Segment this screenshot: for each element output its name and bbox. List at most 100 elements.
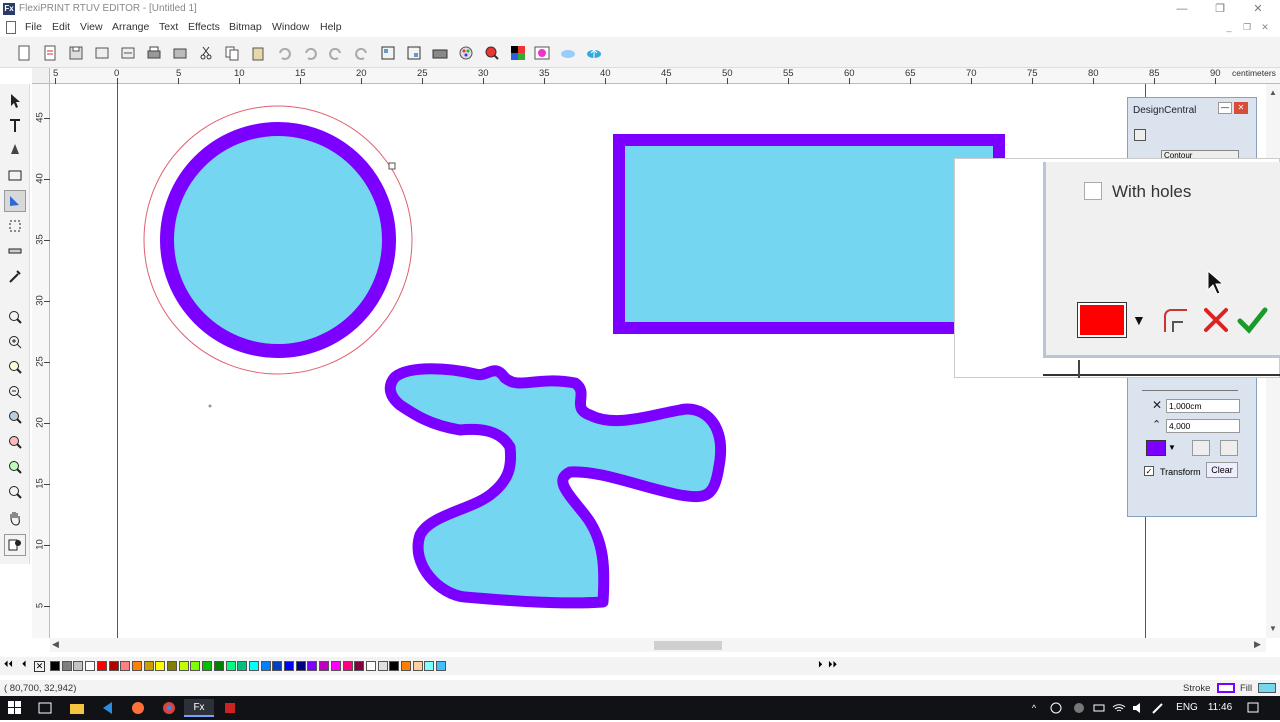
eyedropper-tool-icon[interactable] bbox=[4, 265, 26, 287]
print-button[interactable] bbox=[144, 43, 164, 63]
palette-scroll-right-icon[interactable]: ⏵⏵ bbox=[828, 659, 837, 670]
cloud-upload-icon[interactable] bbox=[584, 43, 604, 63]
color-swatch[interactable] bbox=[120, 661, 131, 671]
apply-checkmark-icon[interactable] bbox=[1235, 304, 1269, 336]
app-red-icon[interactable] bbox=[221, 699, 239, 717]
color-swatch[interactable] bbox=[342, 661, 353, 671]
contour-color-swatch[interactable] bbox=[1146, 440, 1166, 456]
zoom-width-icon[interactable] bbox=[4, 457, 26, 479]
firefox-icon[interactable] bbox=[129, 699, 147, 717]
tray-network-status-icon[interactable] bbox=[1047, 699, 1065, 717]
color-swatch[interactable] bbox=[108, 661, 119, 671]
export-button[interactable] bbox=[118, 43, 138, 63]
color-swatch[interactable] bbox=[401, 661, 411, 671]
save-button[interactable] bbox=[66, 43, 86, 63]
print-cut-button[interactable] bbox=[170, 43, 190, 63]
undo-icon[interactable] bbox=[274, 43, 294, 63]
menu-view[interactable]: View bbox=[80, 21, 103, 33]
zoom-previous-icon[interactable] bbox=[4, 482, 26, 504]
color-swatch[interactable] bbox=[330, 661, 341, 671]
color-swatch[interactable] bbox=[167, 661, 177, 671]
mdi-close-button[interactable]: ✕ bbox=[1258, 21, 1272, 33]
color-swatch[interactable] bbox=[284, 661, 294, 671]
pan-hand-icon[interactable] bbox=[4, 507, 26, 529]
menu-effects[interactable]: Effects bbox=[188, 21, 220, 33]
circle-shape[interactable] bbox=[160, 122, 396, 358]
swatch-icon[interactable] bbox=[532, 43, 552, 63]
language-indicator[interactable]: ENG bbox=[1174, 699, 1200, 717]
ruler-origin[interactable] bbox=[32, 68, 50, 84]
zoom-selection-icon[interactable] bbox=[4, 407, 26, 429]
open-file-button[interactable] bbox=[40, 43, 60, 63]
paste-icon[interactable] bbox=[248, 43, 268, 63]
rip-queue-icon[interactable] bbox=[430, 43, 450, 63]
redo-list-icon[interactable] bbox=[352, 43, 372, 63]
pen-tool-icon[interactable] bbox=[4, 140, 26, 162]
pen-tray-icon[interactable] bbox=[1150, 699, 1166, 717]
select-tool-icon[interactable] bbox=[4, 90, 26, 112]
color-swatch[interactable] bbox=[225, 661, 236, 671]
color-swatch[interactable] bbox=[213, 661, 224, 671]
rectangle-tool-icon[interactable] bbox=[4, 165, 26, 187]
color-swatch[interactable] bbox=[365, 661, 376, 671]
color-swatch[interactable] bbox=[436, 661, 447, 671]
line-style-dropdown[interactable] bbox=[1142, 383, 1238, 391]
mdi-restore-button[interactable]: ❐ bbox=[1240, 21, 1254, 33]
windows-start-icon[interactable] bbox=[6, 699, 24, 717]
offset-input[interactable]: 1,000cm bbox=[1166, 399, 1240, 413]
zoom-all-icon[interactable] bbox=[4, 432, 26, 454]
color-swatch[interactable] bbox=[412, 661, 423, 671]
color-wheel-icon[interactable] bbox=[456, 43, 476, 63]
fill-indicator[interactable] bbox=[1258, 683, 1276, 693]
horizontal-scroll-thumb[interactable] bbox=[654, 641, 722, 650]
scroll-left-icon[interactable]: ◀ bbox=[52, 639, 59, 650]
minimize-button[interactable]: — bbox=[1163, 0, 1201, 19]
panel-minimize-button[interactable]: — bbox=[1218, 102, 1232, 114]
node-edit-tool-icon[interactable] bbox=[4, 190, 26, 212]
color-swatch[interactable] bbox=[319, 661, 330, 671]
clear-button[interactable]: Clear bbox=[1206, 462, 1238, 478]
panel-close-button[interactable]: ✕ bbox=[1234, 102, 1248, 114]
transform-checkbox[interactable]: ✓ bbox=[1144, 466, 1154, 476]
text-tool-icon[interactable] bbox=[4, 115, 26, 137]
color-swatch[interactable] bbox=[248, 661, 259, 671]
contour-mode-icon[interactable] bbox=[1134, 129, 1146, 141]
rectangle-shape[interactable] bbox=[613, 134, 1005, 334]
cancel-icon[interactable] bbox=[1200, 304, 1232, 336]
color-swatch[interactable] bbox=[237, 661, 248, 671]
volume-icon[interactable] bbox=[1130, 699, 1146, 717]
selection-node-handle[interactable] bbox=[388, 162, 396, 170]
scroll-down-icon[interactable]: ▼ bbox=[1269, 624, 1277, 633]
tray-expand-icon[interactable]: ^ bbox=[1027, 699, 1041, 717]
copy-icon[interactable] bbox=[222, 43, 242, 63]
color-swatch[interactable] bbox=[295, 661, 306, 671]
color-swatch[interactable] bbox=[190, 661, 201, 671]
color-matching-icon[interactable] bbox=[508, 43, 528, 63]
flexiprint-taskbar-button[interactable]: Fx bbox=[184, 699, 214, 717]
color-picker-icon[interactable] bbox=[482, 43, 502, 63]
color-dropdown-arrow-icon[interactable]: ▼ bbox=[1168, 443, 1176, 452]
chrome-icon[interactable] bbox=[160, 699, 178, 717]
corner-shape-icon[interactable] bbox=[1159, 304, 1191, 336]
redo-icon[interactable] bbox=[326, 43, 346, 63]
clock[interactable]: 11:46 bbox=[1205, 699, 1235, 717]
zoom-out-icon[interactable] bbox=[4, 382, 26, 404]
color-swatch[interactable] bbox=[202, 661, 213, 671]
color-swatch[interactable] bbox=[389, 661, 400, 671]
color-swatch[interactable] bbox=[260, 661, 271, 671]
color-dropdown-arrow-icon[interactable]: ▼ bbox=[1132, 312, 1146, 328]
menu-text[interactable]: Text bbox=[159, 21, 178, 33]
palette-next-icon[interactable]: ⏵ bbox=[818, 659, 823, 670]
color-swatch[interactable] bbox=[131, 661, 142, 671]
crop-tool-icon[interactable] bbox=[4, 215, 26, 237]
import-button[interactable] bbox=[92, 43, 112, 63]
corner-style-button[interactable] bbox=[1192, 440, 1210, 456]
tray-app-icon[interactable] bbox=[1070, 699, 1088, 717]
fill-stroke-icon[interactable] bbox=[4, 534, 26, 556]
ungroup-icon[interactable] bbox=[404, 43, 424, 63]
stroke-indicator[interactable] bbox=[1217, 683, 1235, 693]
no-color-swatch[interactable]: ✕ bbox=[34, 661, 45, 672]
angle-input[interactable]: 4,000 bbox=[1166, 419, 1240, 433]
wifi-icon[interactable] bbox=[1111, 699, 1127, 717]
color-swatch[interactable] bbox=[73, 661, 84, 671]
